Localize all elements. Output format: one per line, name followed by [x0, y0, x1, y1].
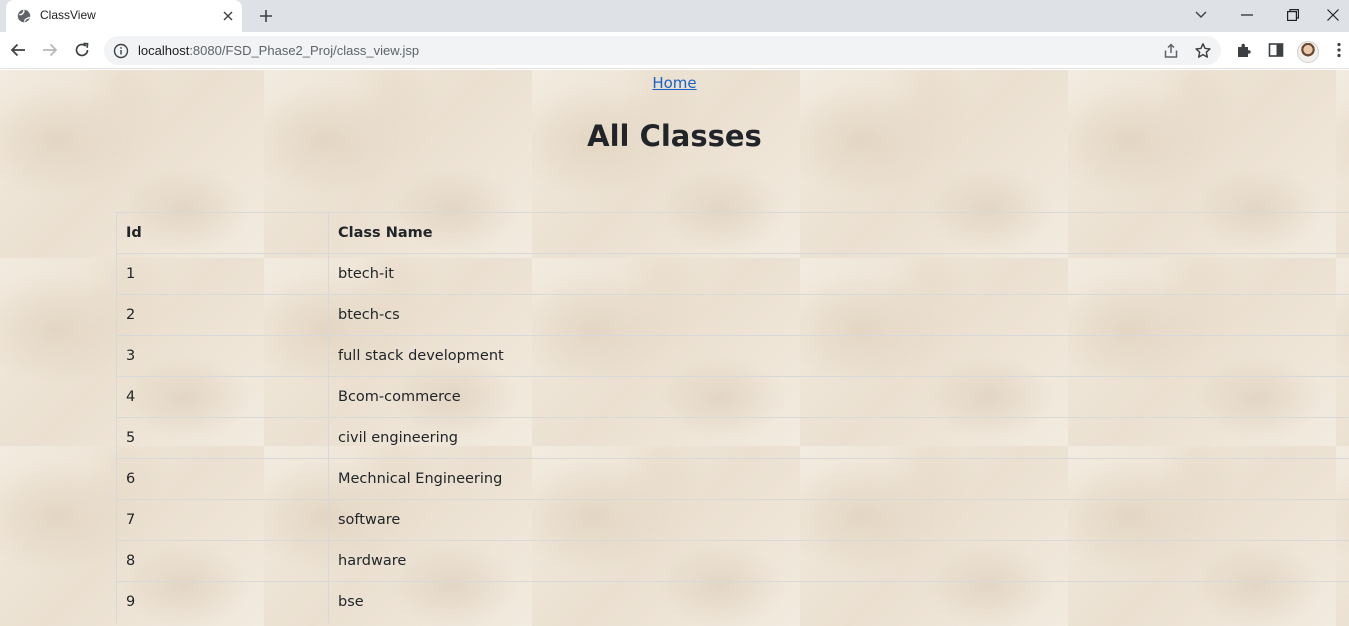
cell-class-name: btech-cs [328, 294, 1349, 336]
column-header-id: Id [116, 212, 329, 254]
tab-search-chevron-icon[interactable] [1178, 0, 1224, 30]
cell-class-name: hardware [328, 540, 1349, 582]
forward-icon[interactable] [38, 38, 62, 62]
cell-id: 9 [116, 581, 329, 623]
cell-id: 1 [116, 253, 329, 295]
cell-id: 8 [116, 540, 329, 582]
share-icon[interactable] [1162, 42, 1180, 60]
table-row: 5 civil engineering [116, 417, 1349, 459]
cell-id: 5 [116, 417, 329, 459]
cell-id: 2 [116, 294, 329, 336]
url-path: :8080/FSD_Phase2_Proj/class_view.jsp [189, 43, 420, 58]
profile-avatar[interactable] [1297, 41, 1319, 63]
cell-class-name: civil engineering [328, 417, 1349, 459]
back-icon[interactable] [6, 38, 30, 62]
table-row: 6 Mechnical Engineering [116, 458, 1349, 500]
table-header-row: Id Class Name [116, 212, 1349, 254]
home-link[interactable]: Home [652, 74, 696, 92]
table-row: 2 btech-cs [116, 294, 1349, 336]
cell-id: 3 [116, 335, 329, 377]
home-link-container: Home [0, 74, 1349, 92]
cell-class-name: Mechnical Engineering [328, 458, 1349, 500]
reload-icon[interactable] [70, 38, 94, 62]
table-row: 3 full stack development [116, 335, 1349, 377]
browser-tab[interactable]: ClassView [6, 0, 242, 32]
page-content: Home All Classes Id Class Name 1 btech-i… [0, 70, 1349, 626]
close-tab-icon[interactable] [220, 8, 236, 24]
cell-class-name: software [328, 499, 1349, 541]
table-row: 9 bse [116, 581, 1349, 623]
new-tab-icon[interactable] [254, 5, 278, 27]
column-header-class-name: Class Name [328, 212, 1349, 254]
cell-class-name: bse [328, 581, 1349, 623]
address-bar[interactable]: localhost:8080/FSD_Phase2_Proj/class_vie… [104, 36, 1221, 65]
url-host: localhost [138, 43, 190, 58]
table-row: 1 btech-it [116, 253, 1349, 295]
cell-class-name: full stack development [328, 335, 1349, 377]
url-text[interactable]: localhost:8080/FSD_Phase2_Proj/class_vie… [138, 43, 419, 58]
table-row: 7 software [116, 499, 1349, 541]
classes-table: Id Class Name 1 btech-it 2 btech-cs 3 fu… [116, 212, 1349, 623]
extensions-puzzle-icon[interactable] [1232, 38, 1256, 62]
tab-title: ClassView [40, 8, 96, 22]
minimize-icon[interactable] [1224, 0, 1270, 30]
menu-kebab-icon[interactable] [1329, 38, 1349, 62]
globe-icon [17, 9, 31, 23]
browser-toolbar: localhost:8080/FSD_Phase2_Proj/class_vie… [0, 32, 1349, 69]
site-info-icon[interactable] [113, 43, 129, 59]
table-row: 8 hardware [116, 540, 1349, 582]
cell-class-name: btech-it [328, 253, 1349, 295]
page-title: All Classes [587, 119, 762, 153]
cell-class-name: Bcom-commerce [328, 376, 1349, 418]
close-window-icon[interactable] [1316, 0, 1349, 30]
table-row: 4 Bcom-commerce [116, 376, 1349, 418]
cell-id: 7 [116, 499, 329, 541]
bookmark-star-icon[interactable] [1194, 42, 1212, 60]
restore-icon[interactable] [1270, 0, 1316, 30]
cell-id: 4 [116, 376, 329, 418]
side-panel-icon[interactable] [1264, 38, 1288, 62]
cell-id: 6 [116, 458, 329, 500]
tab-strip: ClassView [0, 0, 1349, 32]
